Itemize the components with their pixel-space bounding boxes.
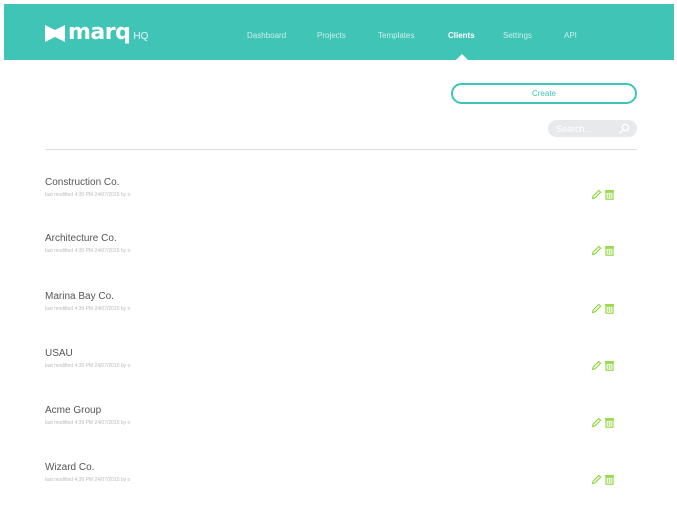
active-nav-indicator: [456, 54, 468, 60]
search-icon[interactable]: [619, 123, 630, 134]
nav-api[interactable]: API: [564, 31, 577, 40]
pencil-icon[interactable]: [591, 189, 602, 200]
nav-settings[interactable]: Settings: [503, 31, 532, 40]
pencil-icon[interactable]: [591, 360, 602, 371]
client-name[interactable]: Acme Group: [45, 405, 101, 416]
nav-templates[interactable]: Templates: [378, 31, 414, 40]
client-row[interactable]: Architecture Co. last modified 4:39 PM 24…: [45, 233, 637, 273]
logo-suffix: HQ: [133, 31, 149, 42]
row-actions: [591, 474, 615, 485]
nav-dashboard[interactable]: Dashboard: [247, 31, 286, 40]
row-actions: [591, 303, 615, 314]
client-name[interactable]: Construction Co.: [45, 177, 119, 188]
row-actions: [591, 189, 615, 200]
client-row[interactable]: Marina Bay Co. last modified 4:39 PM 24/0…: [45, 291, 637, 331]
logo-word: marq: [68, 20, 131, 45]
client-name[interactable]: Wizard Co.: [45, 462, 94, 473]
client-row[interactable]: Acme Group last modified 4:39 PM 24/07/20…: [45, 405, 637, 445]
client-last-modified: last modified 4:39 PM 24/07/2015 by o: [45, 192, 131, 198]
top-navigation-bar: marq HQ Dashboard Projects Templates Cli…: [4, 4, 674, 60]
brand-logo[interactable]: marq HQ: [45, 22, 148, 44]
marq-logo-icon: [45, 24, 65, 42]
client-last-modified: last modified 4:39 PM 24/07/2015 by o: [45, 248, 131, 254]
client-last-modified: last modified 4:39 PM 24/07/2015 by o: [45, 420, 131, 426]
trash-icon[interactable]: [604, 303, 615, 314]
pencil-icon[interactable]: [591, 303, 602, 314]
create-client-button[interactable]: Create: [451, 83, 637, 104]
pencil-icon[interactable]: [591, 245, 602, 256]
client-last-modified: last modified 4:39 PM 24/07/2015 by o: [45, 306, 131, 312]
client-row[interactable]: USAU last modified 4:39 PM 24/07/2015 by …: [45, 348, 637, 388]
pencil-icon[interactable]: [591, 474, 602, 485]
row-actions: [591, 360, 615, 371]
trash-icon[interactable]: [604, 360, 615, 371]
row-actions: [591, 417, 615, 428]
client-row[interactable]: Wizard Co. last modified 4:39 PM 24/07/20…: [45, 462, 637, 502]
list-divider: [45, 149, 637, 150]
search-box: [548, 120, 637, 137]
client-name[interactable]: USAU: [45, 348, 73, 359]
client-name[interactable]: Marina Bay Co.: [45, 291, 114, 302]
trash-icon[interactable]: [604, 189, 615, 200]
search-input[interactable]: [556, 121, 618, 136]
trash-icon[interactable]: [604, 474, 615, 485]
trash-icon[interactable]: [604, 245, 615, 256]
client-last-modified: last modified 4:39 PM 24/07/2015 by o: [45, 477, 131, 483]
client-last-modified: last modified 4:39 PM 24/07/2015 by o: [45, 363, 131, 369]
row-actions: [591, 245, 615, 256]
pencil-icon[interactable]: [591, 417, 602, 428]
nav-clients[interactable]: Clients: [448, 31, 475, 40]
client-name[interactable]: Architecture Co.: [45, 233, 117, 244]
nav-projects[interactable]: Projects: [317, 31, 346, 40]
trash-icon[interactable]: [604, 417, 615, 428]
client-row[interactable]: Construction Co. last modified 4:39 PM 24…: [45, 177, 637, 217]
